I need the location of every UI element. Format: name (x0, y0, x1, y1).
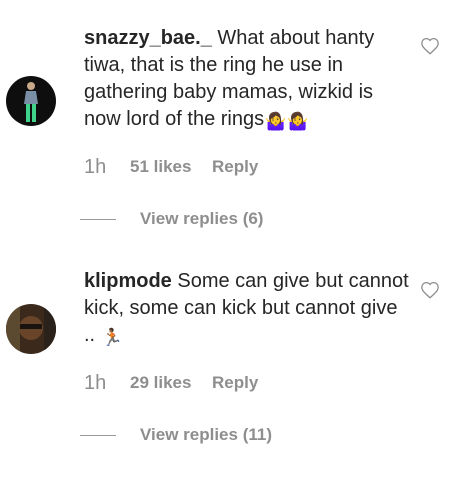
reply-button[interactable]: Reply (212, 373, 258, 393)
username[interactable]: klipmode (84, 270, 172, 292)
avatar[interactable] (6, 304, 56, 354)
timestamp: 1h (84, 371, 107, 394)
view-replies-button[interactable]: View replies (11) (80, 424, 272, 446)
running-emoji-icon: 🏃🏾 (101, 328, 123, 347)
heart-icon[interactable] (420, 281, 440, 299)
view-replies-label[interactable]: View replies (11) (140, 425, 272, 445)
likes-count[interactable]: 29 likes (130, 373, 212, 393)
comment-meta: 1h 29 likes Reply (84, 371, 258, 395)
comment-2: klipmode Some can give but cannot kick, … (0, 0, 470, 487)
divider-line (80, 434, 116, 436)
comment-body: klipmode Some can give but cannot kick, … (84, 268, 409, 351)
